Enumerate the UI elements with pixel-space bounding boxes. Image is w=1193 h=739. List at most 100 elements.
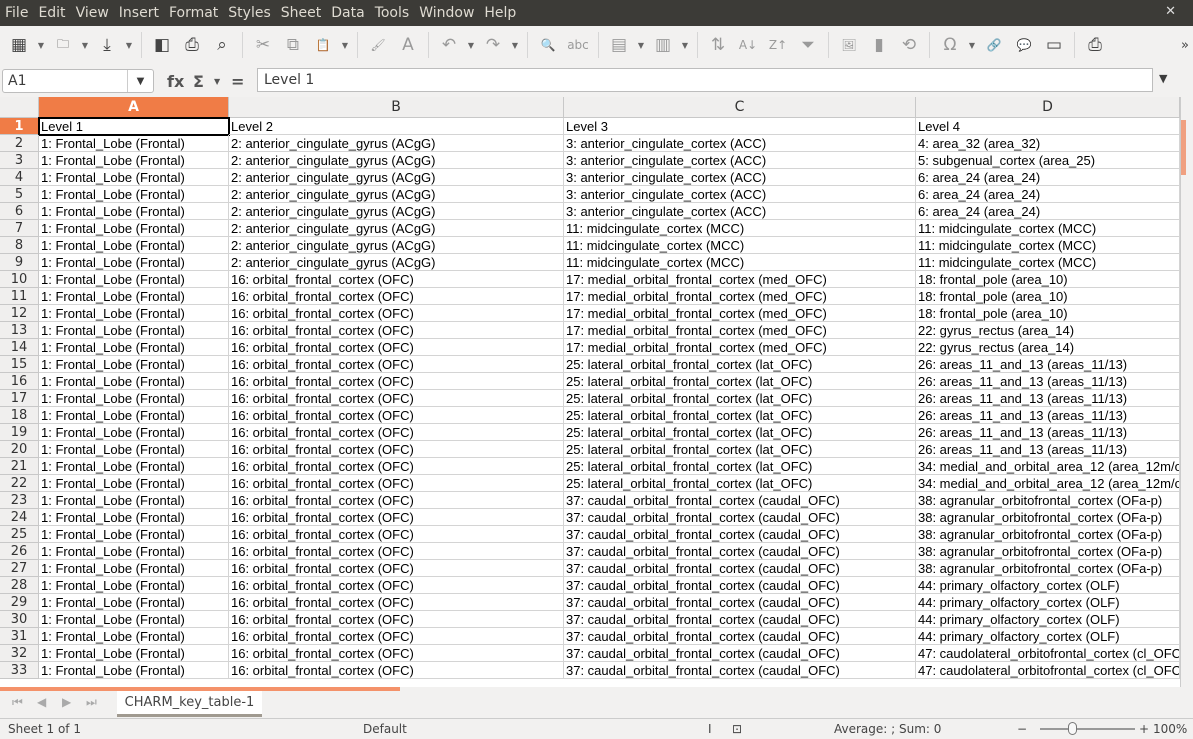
cell-c23[interactable]: 37: caudal_orbital_frontal_cortex (cauda…	[564, 492, 916, 509]
cell-c3[interactable]: 3: anterior_cingulate_cortex (ACC)	[564, 152, 916, 169]
cell-c21[interactable]: 25: lateral_orbital_frontal_cortex (lat_…	[564, 458, 916, 475]
row-header[interactable]: 24	[0, 509, 39, 526]
formula-icon[interactable]: =	[231, 72, 244, 91]
row-header[interactable]: 7	[0, 220, 39, 237]
cell-d2[interactable]: 4: area_32 (area_32)	[916, 135, 1180, 152]
column-header-c[interactable]: C	[564, 97, 916, 118]
cell-a13[interactable]: 1: Frontal_Lobe (Frontal)	[39, 322, 229, 339]
cell-d28[interactable]: 44: primary_olfactory_cortex (OLF)	[916, 577, 1180, 594]
copy-icon[interactable]: ⧉	[280, 32, 306, 58]
cell-b2[interactable]: 2: anterior_cingulate_gyrus (ACgG)	[229, 135, 564, 152]
cell-a8[interactable]: 1: Frontal_Lobe (Frontal)	[39, 237, 229, 254]
dropdown-arrow-icon[interactable]: ▼	[636, 32, 646, 58]
cell-b25[interactable]: 16: orbital_frontal_cortex (OFC)	[229, 526, 564, 543]
cell-d22[interactable]: 34: medial_and_orbital_area_12 (area_12m…	[916, 475, 1180, 492]
sort-ascending-icon[interactable]: A↓	[735, 32, 761, 58]
menu-sheet[interactable]: Sheet	[276, 5, 326, 21]
cell-b8[interactable]: 2: anterior_cingulate_gyrus (ACgG)	[229, 237, 564, 254]
row-header[interactable]: 25	[0, 526, 39, 543]
cell-d9[interactable]: 11: midcingulate_cortex (MCC)	[916, 254, 1180, 271]
cell-d18[interactable]: 26: areas_11_and_13 (areas_11/13)	[916, 407, 1180, 424]
cell-a12[interactable]: 1: Frontal_Lobe (Frontal)	[39, 305, 229, 322]
cell-a4[interactable]: 1: Frontal_Lobe (Frontal)	[39, 169, 229, 186]
dropdown-arrow-icon[interactable]: ▼	[466, 32, 476, 58]
cell-d8[interactable]: 11: midcingulate_cortex (MCC)	[916, 237, 1180, 254]
dropdown-arrow-icon[interactable]: ▼	[967, 32, 977, 58]
cell-b7[interactable]: 2: anterior_cingulate_gyrus (ACgG)	[229, 220, 564, 237]
sum-icon[interactable]: Σ	[193, 72, 204, 91]
cell-d12[interactable]: 18: frontal_pole (area_10)	[916, 305, 1180, 322]
menu-window[interactable]: Window	[414, 5, 479, 21]
cell-c27[interactable]: 37: caudal_orbital_frontal_cortex (cauda…	[564, 560, 916, 577]
cell-d33[interactable]: 47: caudolateral_orbitofrontal_cortex (c…	[916, 662, 1180, 679]
cell-b5[interactable]: 2: anterior_cingulate_gyrus (ACgG)	[229, 186, 564, 203]
cell-b12[interactable]: 16: orbital_frontal_cortex (OFC)	[229, 305, 564, 322]
cell-d19[interactable]: 26: areas_11_and_13 (areas_11/13)	[916, 424, 1180, 441]
row-header[interactable]: 26	[0, 543, 39, 560]
cell-b14[interactable]: 16: orbital_frontal_cortex (OFC)	[229, 339, 564, 356]
open-folder-icon[interactable]: 🗀	[50, 32, 76, 58]
cell-c30[interactable]: 37: caudal_orbital_frontal_cortex (cauda…	[564, 611, 916, 628]
zoom-slider-handle[interactable]	[1068, 722, 1077, 735]
cell-c1[interactable]: Level 3	[564, 118, 916, 135]
cell-d20[interactable]: 26: areas_11_and_13 (areas_11/13)	[916, 441, 1180, 458]
zoom-slider[interactable]	[1040, 728, 1135, 730]
cell-b23[interactable]: 16: orbital_frontal_cortex (OFC)	[229, 492, 564, 509]
cell-b26[interactable]: 16: orbital_frontal_cortex (OFC)	[229, 543, 564, 560]
row-header[interactable]: 8	[0, 237, 39, 254]
cell-a26[interactable]: 1: Frontal_Lobe (Frontal)	[39, 543, 229, 560]
cell-a22[interactable]: 1: Frontal_Lobe (Frontal)	[39, 475, 229, 492]
cell-b21[interactable]: 16: orbital_frontal_cortex (OFC)	[229, 458, 564, 475]
row-header[interactable]: 17	[0, 390, 39, 407]
cell-a27[interactable]: 1: Frontal_Lobe (Frontal)	[39, 560, 229, 577]
name-box[interactable]: A1 ▼	[2, 69, 154, 93]
cell-b4[interactable]: 2: anterior_cingulate_gyrus (ACgG)	[229, 169, 564, 186]
menu-data[interactable]: Data	[326, 5, 369, 21]
cell-c10[interactable]: 17: medial_orbital_frontal_cortex (med_O…	[564, 271, 916, 288]
row-header[interactable]: 31	[0, 628, 39, 645]
cell-d16[interactable]: 26: areas_11_and_13 (areas_11/13)	[916, 373, 1180, 390]
cell-c11[interactable]: 17: medial_orbital_frontal_cortex (med_O…	[564, 288, 916, 305]
cell-c31[interactable]: 37: caudal_orbital_frontal_cortex (cauda…	[564, 628, 916, 645]
function-wizard-icon[interactable]: fx	[167, 72, 184, 91]
next-sheet-icon[interactable]: ▶	[62, 695, 71, 709]
cell-c20[interactable]: 25: lateral_orbital_frontal_cortex (lat_…	[564, 441, 916, 458]
cell-b30[interactable]: 16: orbital_frontal_cortex (OFC)	[229, 611, 564, 628]
dropdown-arrow-icon[interactable]: ▼	[36, 32, 46, 58]
row-header[interactable]: 27	[0, 560, 39, 577]
row-header[interactable]: 18	[0, 407, 39, 424]
cell-d31[interactable]: 44: primary_olfactory_cortex (OLF)	[916, 628, 1180, 645]
cell-a21[interactable]: 1: Frontal_Lobe (Frontal)	[39, 458, 229, 475]
cell-a6[interactable]: 1: Frontal_Lobe (Frontal)	[39, 203, 229, 220]
row-header[interactable]: 9	[0, 254, 39, 271]
menu-styles[interactable]: Styles	[223, 5, 275, 21]
headers-footers-icon[interactable]: ▭	[1041, 32, 1067, 58]
special-character-icon[interactable]: Ω	[937, 32, 963, 58]
undo-icon[interactable]: ↶	[436, 32, 462, 58]
cell-d32[interactable]: 47: caudolateral_orbitofrontal_cortex (c…	[916, 645, 1180, 662]
cell-b13[interactable]: 16: orbital_frontal_cortex (OFC)	[229, 322, 564, 339]
cell-c25[interactable]: 37: caudal_orbital_frontal_cortex (cauda…	[564, 526, 916, 543]
sort-icon[interactable]: ⇅	[705, 32, 731, 58]
row-header[interactable]: 1	[0, 118, 39, 135]
column-icon[interactable]: ▥	[650, 32, 676, 58]
cell-a32[interactable]: 1: Frontal_Lobe (Frontal)	[39, 645, 229, 662]
cell-b9[interactable]: 2: anterior_cingulate_gyrus (ACgG)	[229, 254, 564, 271]
clear-formatting-icon[interactable]: A	[395, 32, 421, 58]
cell-a17[interactable]: 1: Frontal_Lobe (Frontal)	[39, 390, 229, 407]
cell-c32[interactable]: 37: caudal_orbital_frontal_cortex (cauda…	[564, 645, 916, 662]
cell-d7[interactable]: 11: midcingulate_cortex (MCC)	[916, 220, 1180, 237]
zoom-out-button[interactable]: −	[1017, 719, 1027, 739]
cell-a15[interactable]: 1: Frontal_Lobe (Frontal)	[39, 356, 229, 373]
cell-b28[interactable]: 16: orbital_frontal_cortex (OFC)	[229, 577, 564, 594]
cell-d10[interactable]: 18: frontal_pole (area_10)	[916, 271, 1180, 288]
cell-d26[interactable]: 38: agranular_orbitofrontal_cortex (OFa-…	[916, 543, 1180, 560]
clone-formatting-icon[interactable]: 🖌	[365, 32, 391, 58]
menu-format[interactable]: Format	[164, 5, 223, 21]
cell-d14[interactable]: 22: gyrus_rectus (area_14)	[916, 339, 1180, 356]
cell-c16[interactable]: 25: lateral_orbital_frontal_cortex (lat_…	[564, 373, 916, 390]
cell-b15[interactable]: 16: orbital_frontal_cortex (OFC)	[229, 356, 564, 373]
cell-c22[interactable]: 25: lateral_orbital_frontal_cortex (lat_…	[564, 475, 916, 492]
cell-c8[interactable]: 11: midcingulate_cortex (MCC)	[564, 237, 916, 254]
row-header[interactable]: 22	[0, 475, 39, 492]
